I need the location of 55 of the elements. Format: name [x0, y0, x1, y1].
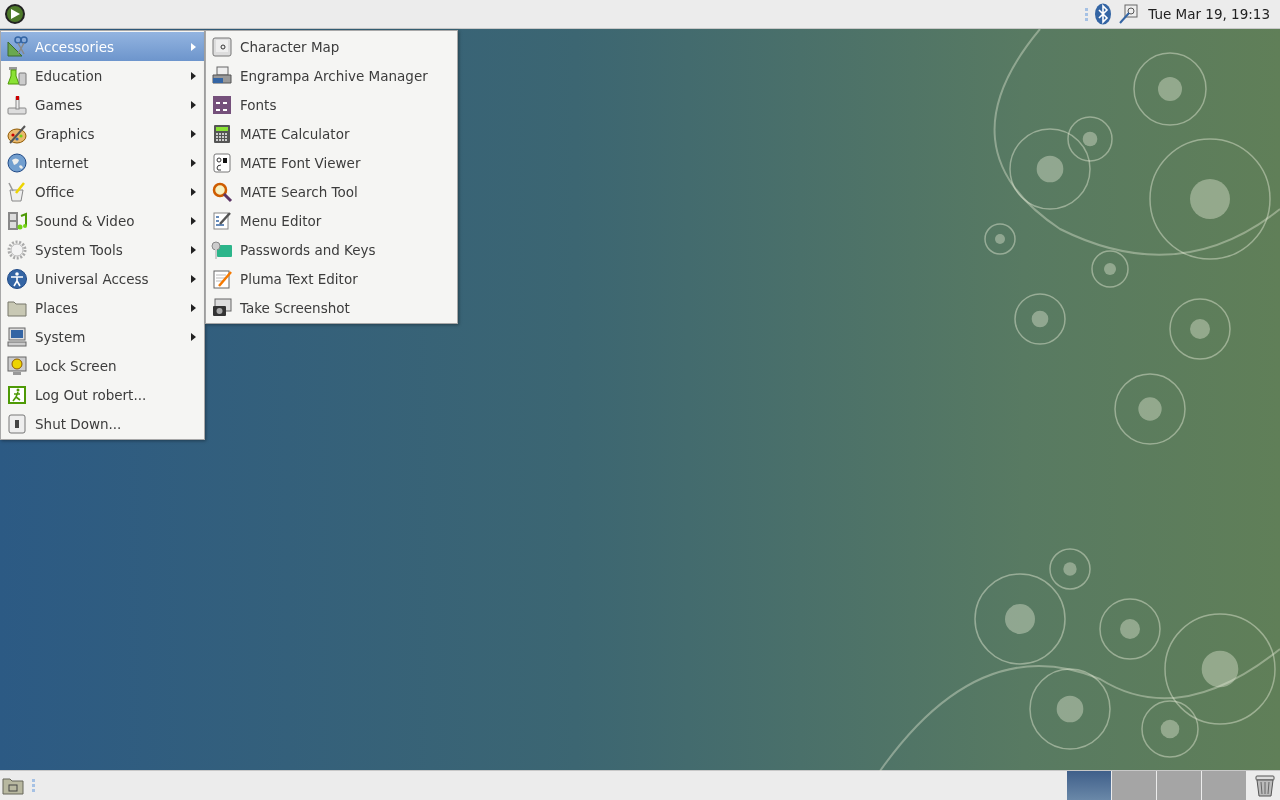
bluetooth-icon[interactable]: [1094, 3, 1113, 25]
key-icon: [211, 238, 233, 261]
menu-item[interactable]: Sound & Video: [1, 206, 204, 235]
menu-item[interactable]: MATE Search Tool: [206, 177, 457, 206]
search-icon: [211, 180, 233, 203]
calculator-icon: [211, 122, 233, 145]
menu-item[interactable]: Games: [1, 90, 204, 119]
ruler-scissors-icon: [6, 35, 28, 58]
workspace-cell[interactable]: [1202, 771, 1246, 800]
film-music-icon: [6, 209, 28, 232]
menu-item[interactable]: Shut Down...: [1, 409, 204, 438]
globe-icon: [6, 151, 28, 174]
pencil-list-icon: [211, 209, 233, 232]
menu-item[interactable]: Character Map: [206, 32, 457, 61]
computer-icon: [6, 325, 28, 348]
menu-item[interactable]: Engrampa Archive Manager: [206, 61, 457, 90]
joystick-icon: [6, 93, 28, 116]
desktop-folder-icon[interactable]: [2, 775, 24, 796]
menu-item[interactable]: Lock Screen: [1, 351, 204, 380]
printer-icon: [211, 64, 233, 87]
gear-icon: [6, 238, 28, 261]
trash-icon[interactable]: [1254, 773, 1276, 798]
menu-item[interactable]: Passwords and Keys: [206, 235, 457, 264]
camera-icon: [211, 296, 233, 319]
menu-item[interactable]: Education: [1, 61, 204, 90]
menu-item[interactable]: MATE Calculator: [206, 119, 457, 148]
person-icon: [6, 267, 28, 290]
panel-handle-icon[interactable]: [32, 779, 35, 792]
notepad-icon: [211, 267, 233, 290]
menu-item[interactable]: System Tools: [1, 235, 204, 264]
menu-item[interactable]: Fonts: [206, 90, 457, 119]
flask-icon: [6, 64, 28, 87]
menu-item[interactable]: Internet: [1, 148, 204, 177]
keycap-icon: [211, 35, 233, 58]
menu-item[interactable]: Graphics: [1, 119, 204, 148]
clock-text[interactable]: Tue Mar 19, 19:13: [1144, 6, 1276, 22]
menu-item[interactable]: System: [1, 322, 204, 351]
menu-item[interactable]: Pluma Text Editor: [206, 264, 457, 293]
menu-item[interactable]: Office: [1, 177, 204, 206]
menu-item[interactable]: MATE Font Viewer: [206, 148, 457, 177]
menu-item[interactable]: Places: [1, 293, 204, 322]
menu-item[interactable]: Take Screenshot: [206, 293, 457, 322]
running-man-icon: [6, 383, 28, 406]
pencil-cup-icon: [6, 180, 28, 203]
workspace-cell[interactable]: [1157, 771, 1201, 800]
panel-handle-icon[interactable]: [1085, 7, 1089, 21]
workspace-cell[interactable]: [1112, 771, 1156, 800]
menu-logo-icon[interactable]: [4, 3, 26, 25]
workspace-cell[interactable]: [1067, 771, 1111, 800]
menu-item[interactable]: Universal Access: [1, 264, 204, 293]
menu-item[interactable]: Menu Editor: [206, 206, 457, 235]
switch-icon: [6, 412, 28, 435]
menu-item[interactable]: Log Out robert...: [1, 380, 204, 409]
padlock-monitor-icon: [6, 354, 28, 377]
magnifier-icon[interactable]: [1118, 4, 1139, 24]
